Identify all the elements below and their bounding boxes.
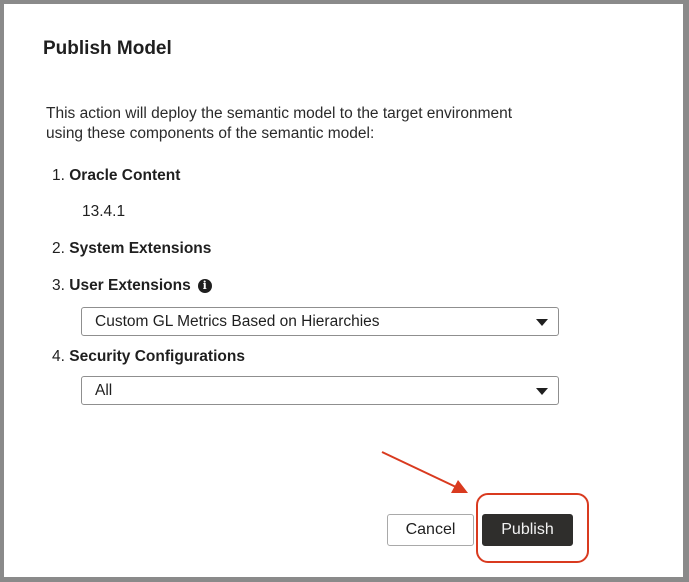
arrow-annotation-icon	[381, 451, 468, 493]
publish-model-dialog: Publish Model This action will deploy th…	[4, 4, 683, 577]
